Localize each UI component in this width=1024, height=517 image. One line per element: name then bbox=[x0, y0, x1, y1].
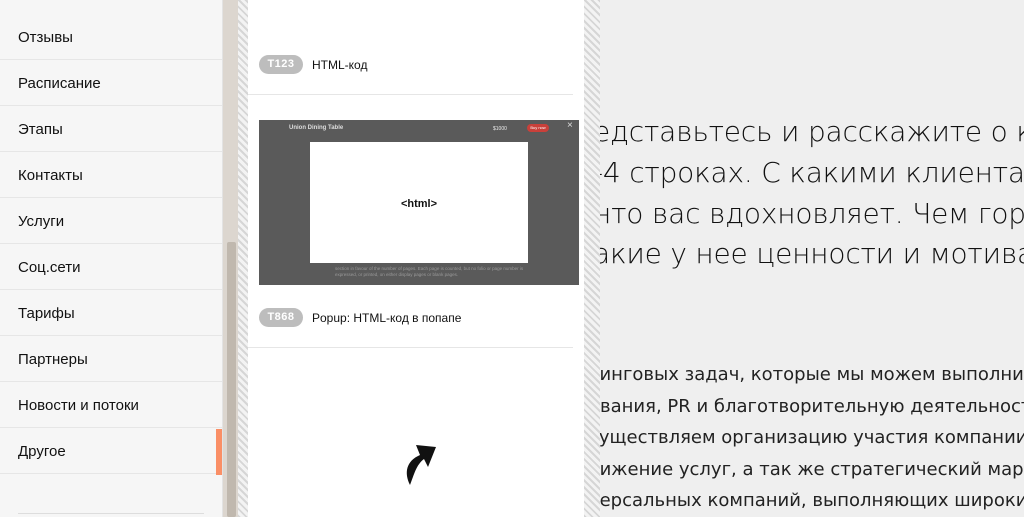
body-text-line: тинговых задач, которые мы можем выполни… bbox=[589, 364, 1024, 385]
sidebar-item-news[interactable]: Новости и потоки bbox=[0, 383, 222, 428]
close-icon: × bbox=[567, 120, 573, 131]
sidebar-item-label: Контакты bbox=[18, 167, 83, 184]
preview-buy-button: Buy now bbox=[527, 124, 549, 132]
sidebar-item-other[interactable]: Другое bbox=[0, 429, 222, 475]
sidebar-item-label: Новости и потоки bbox=[18, 397, 139, 414]
preview-footer-text: section in favour of the number of pages… bbox=[335, 266, 524, 277]
preview-modal: <html> bbox=[310, 142, 528, 263]
preview-modal-text: <html> bbox=[400, 198, 438, 210]
body-text-line: версальных компаний, выполняющих широки bbox=[589, 490, 1024, 511]
body-text-line: существляем организацию участия компании bbox=[589, 427, 1024, 448]
sidebar-item-contacts[interactable]: Контакты bbox=[0, 153, 222, 198]
lead-text-line: нто вас вдохновляет. Чем горд bbox=[593, 197, 1024, 230]
sidebar-divider bbox=[18, 513, 204, 514]
scrollbar-thumb[interactable] bbox=[227, 242, 236, 517]
sidebar-item-reviews[interactable]: Отзывы bbox=[0, 15, 222, 60]
body-text-line: вижение услуг, а так же стратегический м… bbox=[589, 459, 1024, 480]
block-library-panel: T123 HTML-код T868 Popup: HTML-код в поп… bbox=[248, 0, 584, 517]
panel-edge-right bbox=[584, 0, 600, 517]
sidebar-item-label: Тарифы bbox=[18, 305, 75, 322]
body-text-line: ования, PR и благотворительную деятельно… bbox=[589, 396, 1024, 417]
sidebar-item-stages[interactable]: Этапы bbox=[0, 107, 222, 152]
preview-price: $1000 bbox=[493, 126, 507, 132]
sidebar-item-partners[interactable]: Партнеры bbox=[0, 337, 222, 382]
block-code-badge: T868 bbox=[259, 308, 303, 327]
sidebar-item-social[interactable]: Соц.сети bbox=[0, 245, 222, 290]
sidebar-item-services[interactable]: Услуги bbox=[0, 199, 222, 244]
sidebar-item-schedule[interactable]: Расписание bbox=[0, 61, 222, 106]
block-title: Popup: HTML-код в попапе bbox=[312, 311, 462, 325]
panel-edge-left bbox=[238, 0, 248, 517]
block-title: HTML-код bbox=[312, 58, 368, 72]
sidebar-item-pricing[interactable]: Тарифы bbox=[0, 291, 222, 336]
lead-text-line: акие у нее ценности и мотивац bbox=[593, 237, 1024, 270]
sidebar-item-label: Соц.сети bbox=[18, 259, 81, 276]
sidebar-item-label: Услуги bbox=[18, 213, 65, 230]
popup-preview-thumbnail[interactable]: Union Dining Table $1000 Buy now × <html… bbox=[259, 120, 579, 285]
lead-text-line: -4 строках. С какими клиентам bbox=[593, 156, 1024, 189]
sidebar-item-label: Другое bbox=[18, 443, 66, 460]
curved-arrow-cursor-icon bbox=[406, 445, 436, 485]
lead-text-line: едставьтесь и расскажите о ко bbox=[593, 115, 1024, 148]
category-sidebar: Отзывы Расписание Этапы Контакты Услуги … bbox=[0, 0, 223, 517]
sidebar-item-label: Отзывы bbox=[18, 29, 73, 46]
block-card-t123[interactable]: T123 HTML-код bbox=[248, 0, 573, 95]
sidebar-item-label: Расписание bbox=[18, 75, 101, 92]
block-code-badge: T123 bbox=[259, 55, 303, 74]
sidebar-item-label: Этапы bbox=[18, 121, 63, 138]
sidebar-item-label: Партнеры bbox=[18, 351, 88, 368]
preview-product-title: Union Dining Table bbox=[289, 125, 344, 131]
